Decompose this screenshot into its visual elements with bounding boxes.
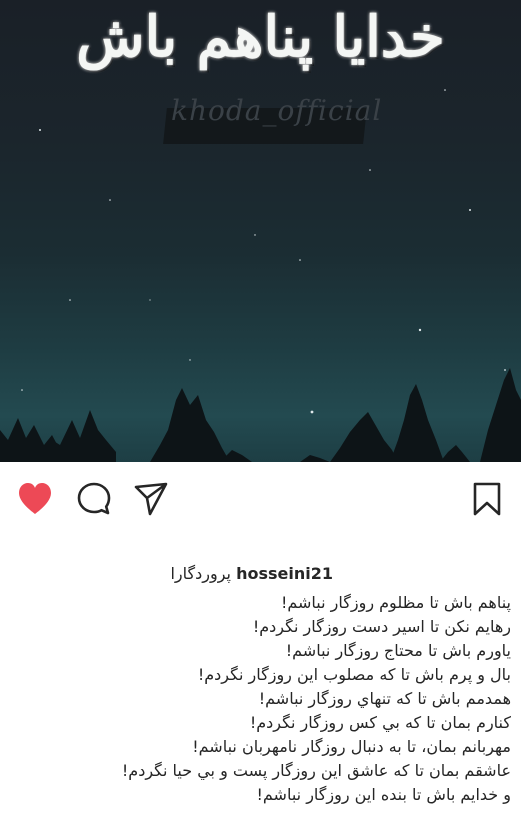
caption-line: همدمم باش تا که تنهاي روزگار نباشم! (258, 689, 511, 708)
watermark-text: khoda_official (171, 94, 383, 127)
caption-line: و خدایم باش تا بنده این روزگار نباشم! (256, 785, 511, 804)
bookmark-icon (473, 482, 501, 516)
post-image[interactable]: خدایا پناهم باش khoda_official (0, 0, 521, 462)
caption-line: پناهم باش تا مظلوم روزگار نباشم! (280, 593, 511, 612)
caption-line: عاشقم بمان تا که عاشق این روزگار پست و ب… (121, 761, 511, 780)
caption-line: بال و پرم باش تا که مصلوب این روزگار نگر… (197, 665, 511, 684)
heart-icon (19, 483, 51, 514)
caption-author-line: پروردگارا hosseini21 (170, 564, 333, 583)
like-button[interactable] (15, 479, 55, 519)
caption-body: پناهم باش تا مظلوم روزگار نباشم! رهایم ن… (11, 591, 511, 807)
post-actions-bar (0, 462, 521, 538)
caption-line: مهربانم بمان، تا به دنبال روزگار نامهربا… (192, 737, 511, 756)
caption-line: کنارم بمان تا که بي کس روزگار نگردم! (249, 713, 511, 732)
caption-line: رهایم نکن تا اسیر دست روزگار نگردم! (252, 617, 511, 636)
tree-silhouettes (0, 368, 521, 462)
image-title-text: خدایا پناهم باش (76, 4, 445, 70)
caption-line: یاورم باش تا محتاج روزگار نباشم! (285, 641, 511, 660)
comment-icon (77, 482, 111, 515)
paper-plane-icon (134, 482, 168, 516)
comment-button[interactable] (74, 479, 114, 519)
caption-title: پروردگارا (170, 564, 231, 583)
watermark: khoda_official (163, 90, 381, 152)
share-button[interactable] (131, 479, 171, 519)
save-button[interactable] (467, 479, 507, 519)
username-link[interactable]: hosseini21 (236, 564, 333, 583)
